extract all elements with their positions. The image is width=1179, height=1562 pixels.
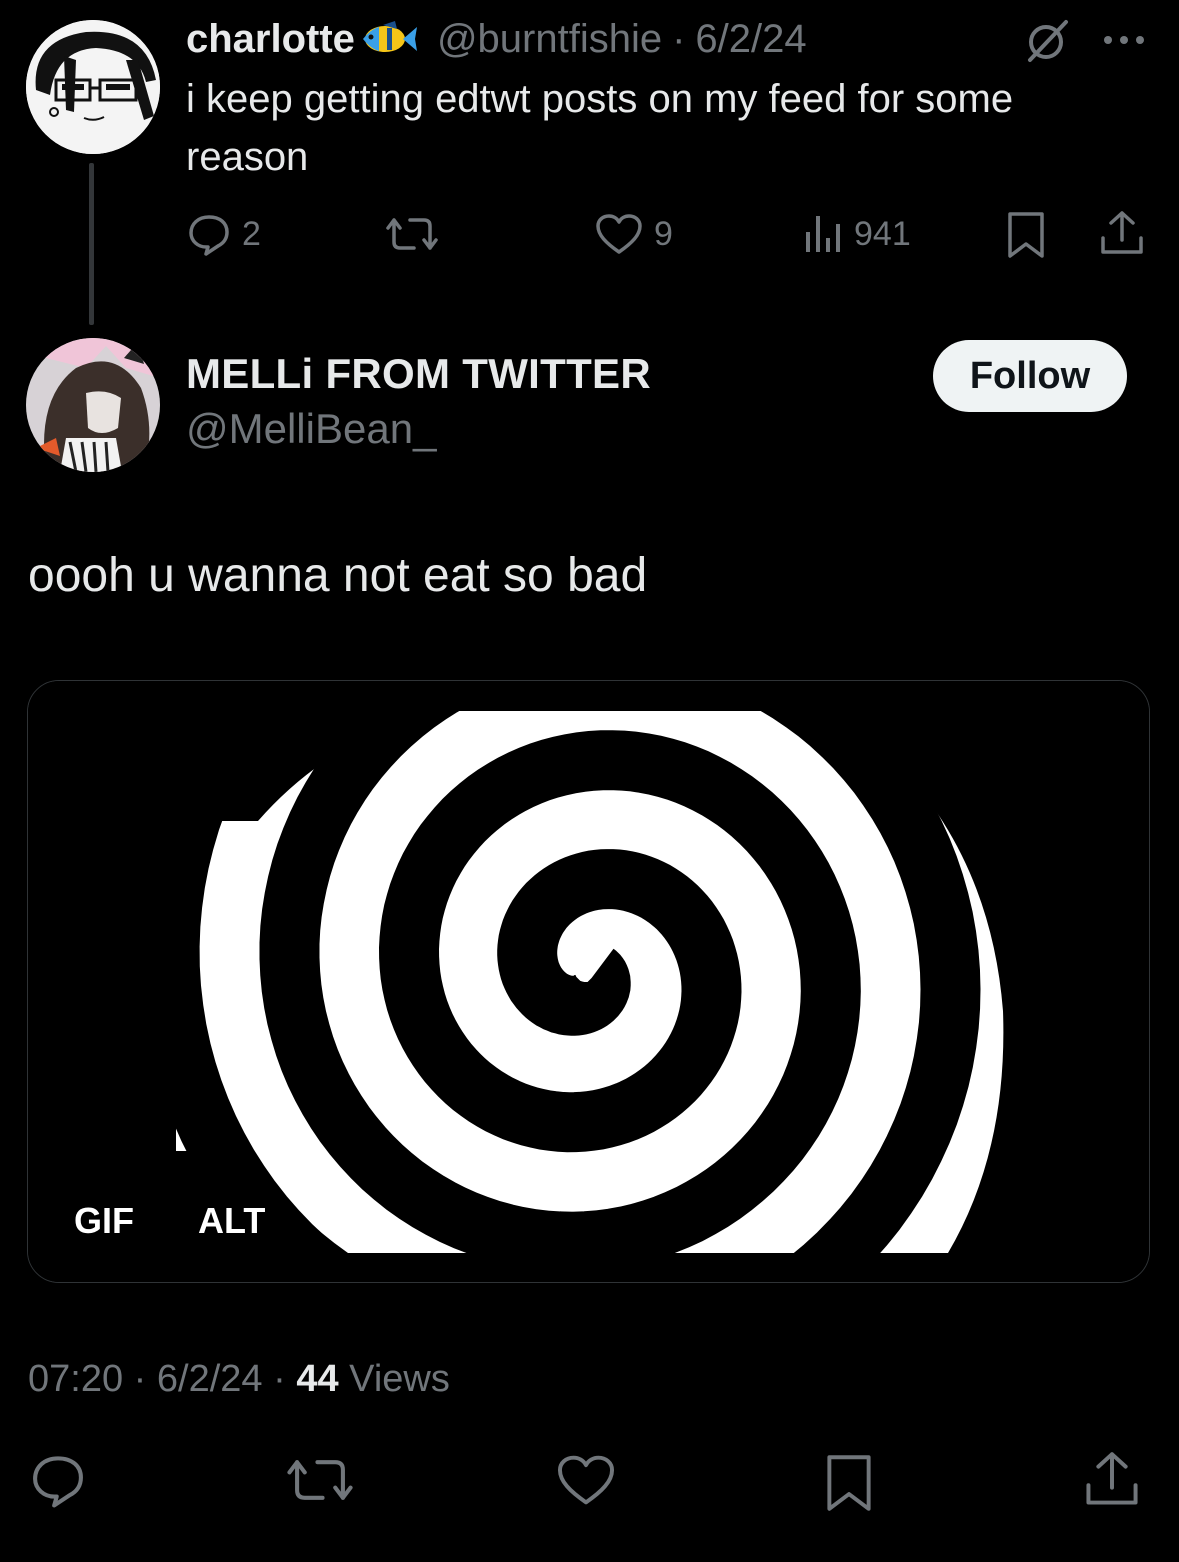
share-icon <box>1101 211 1143 254</box>
reply-icon <box>33 1456 83 1508</box>
hypnotic-spiral-image <box>28 681 1149 1282</box>
main-tweet-text: oooh u wanna not eat so bad <box>28 549 648 602</box>
bookmark-button[interactable] <box>822 1452 876 1514</box>
avatar[interactable] <box>26 20 160 154</box>
retweet-icon <box>287 1460 353 1500</box>
thread-connector-line <box>89 163 94 325</box>
parent-tweet-header: charlotte @burntfishie · 6/2/24 <box>186 14 807 64</box>
bookmark-icon <box>827 1455 871 1511</box>
parent-tweet-text: i keep getting edtwt posts on my feed fo… <box>186 77 1014 179</box>
parent-like-button[interactable]: 9 <box>594 212 673 256</box>
parent-retweet-button[interactable] <box>384 212 450 256</box>
parent-like-count: 9 <box>654 214 673 253</box>
parent-display-name[interactable]: charlotte <box>186 17 355 62</box>
retweet-button[interactable] <box>284 1452 356 1508</box>
share-icon <box>1086 1452 1138 1505</box>
tweet-time[interactable]: 07:20 <box>28 1358 123 1400</box>
alt-badge[interactable]: ALT <box>198 1191 265 1251</box>
avatar-drawing <box>26 338 160 472</box>
parent-date[interactable]: 6/2/24 <box>695 17 806 62</box>
gif-badge: GIF <box>74 1200 134 1241</box>
tweet-meta: 07:20 · 6/2/24 · 44 Views <box>28 1358 450 1401</box>
parent-share-button[interactable] <box>1098 208 1146 258</box>
parent-reply-button[interactable]: 2 <box>186 212 261 256</box>
views-label: Views <box>349 1358 450 1400</box>
tweet-date[interactable]: 6/2/24 <box>157 1358 263 1400</box>
meta-separator: · <box>273 1358 286 1400</box>
reply-icon <box>189 215 229 256</box>
follow-button[interactable]: Follow <box>933 340 1127 412</box>
parent-handle[interactable]: @burntfishie <box>437 17 662 62</box>
main-display-name[interactable]: MELLi FROM TWITTER <box>186 350 651 398</box>
meta-separator: · <box>133 1358 147 1400</box>
heart-icon <box>557 1455 615 1505</box>
avatar-drawing <box>26 20 160 154</box>
parent-reply-count: 2 <box>242 214 261 253</box>
retweet-icon <box>386 218 438 250</box>
like-button[interactable] <box>555 1452 617 1508</box>
heart-icon <box>596 214 642 254</box>
grok-icon[interactable] <box>1022 18 1072 64</box>
views-bar-chart-icon <box>806 216 840 252</box>
bookmark-icon <box>1008 212 1044 258</box>
header-separator: · <box>672 16 686 61</box>
more-options-icon[interactable] <box>1098 30 1150 50</box>
parent-views-count: 941 <box>854 214 911 253</box>
parent-bookmark-button[interactable] <box>1004 210 1048 260</box>
tropical-fish-icon <box>362 21 417 52</box>
share-button[interactable] <box>1082 1448 1142 1510</box>
media-gif[interactable]: GIF ALT <box>27 680 1150 1283</box>
parent-views-button[interactable]: 941 <box>804 212 911 256</box>
main-handle[interactable]: @MelliBean_ <box>186 405 436 453</box>
views-count: 44 <box>296 1358 339 1400</box>
avatar[interactable] <box>26 338 160 472</box>
reply-button[interactable] <box>28 1452 88 1508</box>
